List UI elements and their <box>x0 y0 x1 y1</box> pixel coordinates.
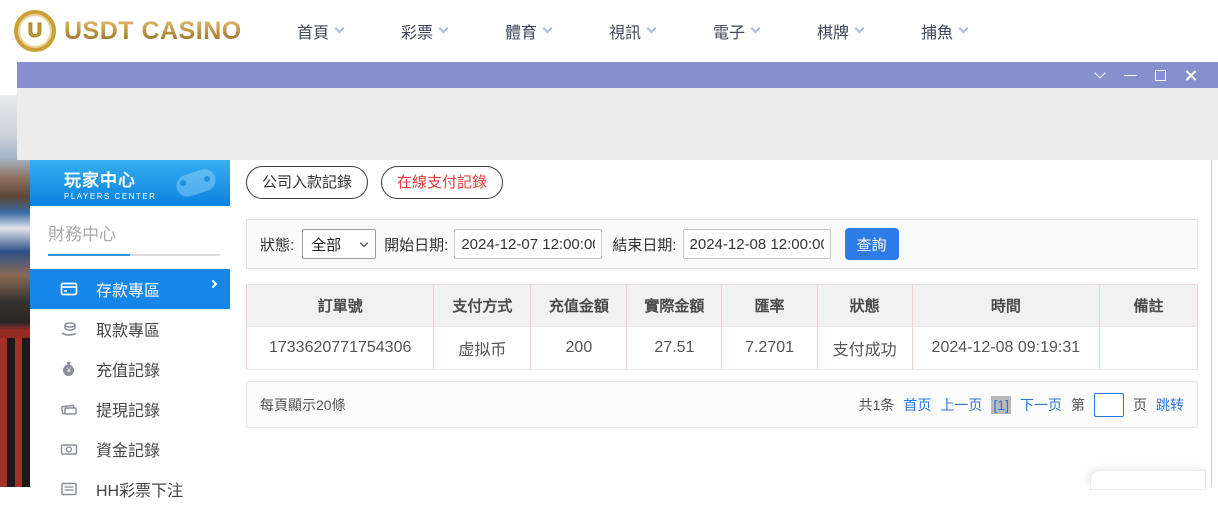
first-page-link[interactable]: 首页 <box>903 395 931 415</box>
pagination-controls: 共1条 首页 上一页 [1] 下一页 第 页 跳转 <box>859 393 1184 417</box>
list-icon <box>60 480 78 498</box>
main-content: 公司入款記錄 在線支付記錄 狀態: 全部 開始日期: 結束日期: 查詢 訂單號 … <box>246 166 1198 428</box>
status-select[interactable]: 全部 <box>302 229 376 259</box>
table-header-row: 訂單號 支付方式 充值金額 實際金額 匯率 狀態 時間 備註 <box>247 285 1198 327</box>
chevron-down-icon <box>647 24 657 34</box>
cell-exchange-rate: 7.2701 <box>722 327 817 370</box>
close-icon[interactable] <box>1175 66 1205 84</box>
sidebar-item-label: 資金記錄 <box>96 437 160 461</box>
top-nav: U USDT CASINO 首頁 彩票 體育 視訊 電子 棋牌 捕魚 <box>0 0 1218 62</box>
jersey-stripes <box>0 338 30 487</box>
chevron-right-icon <box>209 280 217 288</box>
filter-bar: 狀態: 全部 開始日期: 結束日期: 查詢 <box>246 219 1198 269</box>
chevron-down-icon <box>855 24 865 34</box>
nav-menu: 首頁 彩票 體育 視訊 電子 棋牌 捕魚 <box>268 19 996 43</box>
nav-item-cards[interactable]: 棋牌 <box>788 19 892 43</box>
withdraw-hand-icon <box>60 320 78 338</box>
collapse-icon[interactable] <box>1085 66 1115 84</box>
nav-item-slots[interactable]: 電子 <box>684 19 788 43</box>
nav-item-home[interactable]: 首頁 <box>268 19 372 43</box>
minimize-icon[interactable] <box>1115 66 1145 84</box>
cell-status: 支付成功 <box>817 327 912 370</box>
col-time: 時間 <box>912 285 1099 327</box>
maximize-icon[interactable] <box>1145 66 1175 84</box>
end-date-label: 結束日期: <box>612 234 676 255</box>
banknote-icon <box>60 440 78 458</box>
chevron-down-icon <box>335 24 345 34</box>
cell-remark <box>1100 327 1198 370</box>
chevron-down-icon <box>543 24 553 34</box>
jump-prefix-label: 第 <box>1071 395 1085 415</box>
col-exchange-rate: 匯率 <box>722 285 817 327</box>
money-bag-icon: ¥ <box>60 360 78 378</box>
col-status: 狀態 <box>817 285 912 327</box>
logo-letter: U <box>28 20 42 43</box>
sidebar-item-label: 充值記錄 <box>96 357 160 381</box>
record-tabs: 公司入款記錄 在線支付記錄 <box>246 166 1198 199</box>
col-actual-amount: 實際金額 <box>627 285 722 327</box>
prev-page-link[interactable]: 上一页 <box>940 395 982 415</box>
cell-time: 2024-12-08 09:19:31 <box>912 327 1099 370</box>
deposit-card-icon <box>60 280 78 298</box>
nav-item-sports[interactable]: 體育 <box>476 19 580 43</box>
cell-order-no: 1733620771754306 <box>247 327 434 370</box>
chevron-down-icon <box>751 24 761 34</box>
start-date-input[interactable] <box>454 229 602 259</box>
gamepad-icon <box>170 168 216 196</box>
page-size-text: 每頁顯示20條 <box>260 395 346 415</box>
nav-item-fishing[interactable]: 捕魚 <box>892 19 996 43</box>
records-table: 訂單號 支付方式 充值金額 實際金額 匯率 狀態 時間 備註 173362077… <box>246 284 1198 370</box>
current-page-indicator[interactable]: [1] <box>991 396 1011 414</box>
sidebar-item-label: HH彩票下注 <box>96 477 183 501</box>
logo[interactable]: U USDT CASINO <box>14 10 246 52</box>
col-remark: 備註 <box>1100 285 1198 327</box>
sidebar-item-withdraw[interactable]: 取款專區 <box>30 309 230 349</box>
sidebar-item-label: 存款專區 <box>96 277 160 301</box>
end-date-input[interactable] <box>683 229 831 259</box>
col-recharge-amount: 充值金額 <box>531 285 627 327</box>
chevron-down-icon <box>360 238 368 246</box>
jump-button[interactable]: 跳转 <box>1156 395 1184 415</box>
logo-text: USDT CASINO <box>64 17 242 46</box>
window-header-band <box>17 88 1218 160</box>
cell-recharge-amount: 200 <box>531 327 627 370</box>
col-payment-method: 支付方式 <box>434 285 531 327</box>
nav-item-lottery[interactable]: 彩票 <box>372 19 476 43</box>
query-button[interactable]: 查詢 <box>845 228 899 260</box>
window-titlebar <box>17 62 1218 88</box>
sidebar-item-funds-record[interactable]: 資金記錄 <box>30 429 230 469</box>
sidebar-item-deposit[interactable]: 存款專區 <box>30 269 230 309</box>
status-selected-value: 全部 <box>311 234 361 255</box>
svg-text:¥: ¥ <box>67 368 71 375</box>
jump-suffix-label: 页 <box>1133 395 1147 415</box>
cell-actual-amount: 27.51 <box>627 327 722 370</box>
logo-icon: U <box>14 10 56 52</box>
sidebar-section-label: 財務中心 <box>48 220 230 245</box>
chevron-down-icon <box>439 24 449 34</box>
nav-item-video[interactable]: 視訊 <box>580 19 684 43</box>
section-divider <box>48 254 220 256</box>
pagination-bar: 每頁顯示20條 共1条 首页 上一页 [1] 下一页 第 页 跳转 <box>246 381 1198 428</box>
sidebar-item-label: 取款專區 <box>96 317 160 341</box>
start-date-label: 開始日期: <box>384 234 448 255</box>
tab-company-deposit-records[interactable]: 公司入款記錄 <box>246 166 368 199</box>
sidebar-item-recharge-record[interactable]: ¥ 充值記錄 <box>30 349 230 389</box>
sidebar-item-label: 提現記錄 <box>96 397 160 421</box>
table-row: 1733620771754306 虚拟币 200 27.51 7.2701 支付… <box>247 327 1198 370</box>
floating-widget[interactable] <box>1090 470 1206 490</box>
sidebar-menu: 存款專區 取款專區 ¥ 充值記錄 提現記錄 資金記錄 HH彩票下注 <box>30 269 230 509</box>
next-page-link[interactable]: 下一页 <box>1020 395 1062 415</box>
status-label: 狀態: <box>260 234 294 255</box>
page-jump-input[interactable] <box>1094 393 1124 417</box>
chevron-down-icon <box>959 24 969 34</box>
sidebar: 玩家中心 PLAYERS CENTER 財務中心 存款專區 取款專區 ¥ 充值記… <box>30 160 230 487</box>
col-order-no: 訂單號 <box>247 285 434 327</box>
sidebar-item-hh-lottery-bets[interactable]: HH彩票下注 <box>30 469 230 509</box>
sidebar-header: 玩家中心 PLAYERS CENTER <box>30 160 230 206</box>
cell-payment-method: 虚拟币 <box>434 327 531 370</box>
total-count-text: 共1条 <box>859 395 895 415</box>
sidebar-item-withdraw-record[interactable]: 提現記錄 <box>30 389 230 429</box>
tab-online-payment-records[interactable]: 在線支付記錄 <box>381 166 503 199</box>
cash-notes-icon <box>60 400 78 418</box>
